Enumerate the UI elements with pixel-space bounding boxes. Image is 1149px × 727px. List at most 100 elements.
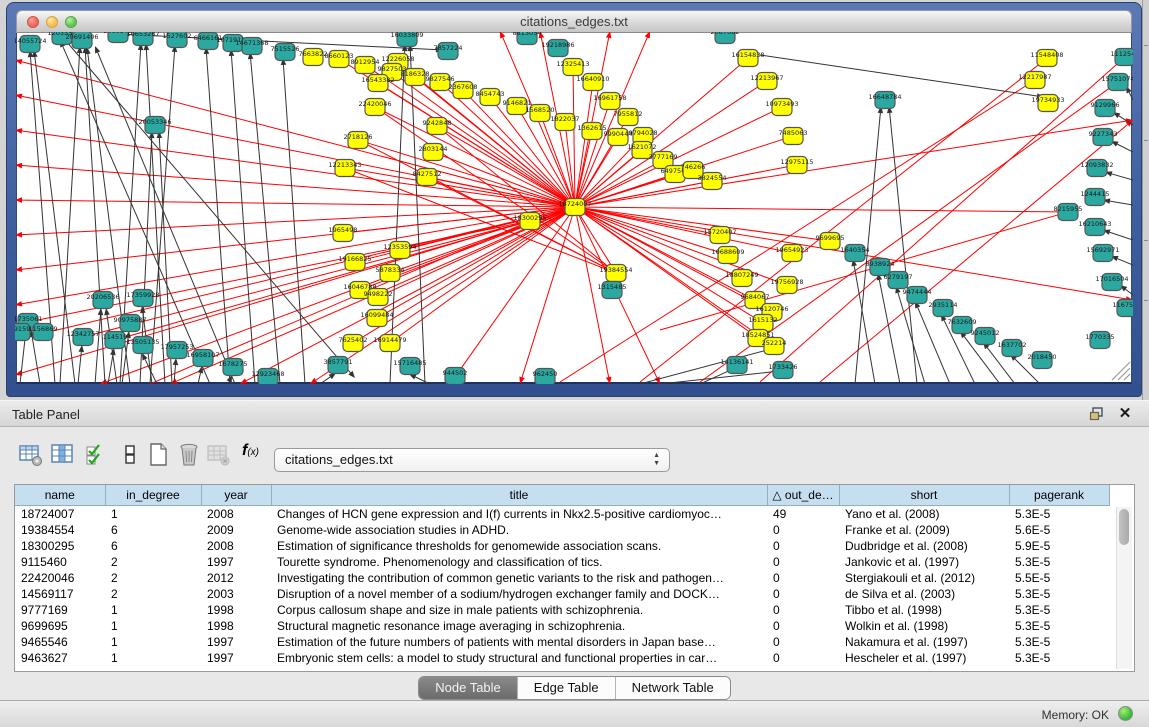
graph-node-label: 2718126: [344, 133, 373, 141]
graph-node-label: 12213967: [750, 74, 783, 82]
column-header-in_degree[interactable]: in_degree: [105, 485, 201, 506]
table-row[interactable]: 2242004622012Investigating the contribut…: [15, 570, 1109, 586]
table-tabbar: Node TableEdge TableNetwork Table: [0, 676, 1149, 700]
graph-node-label: 2803144: [419, 145, 448, 153]
graph-node-label: 15720407: [703, 228, 736, 236]
column-header-year[interactable]: year: [201, 485, 271, 506]
table-row[interactable]: 1830029562008Estimation of significance …: [15, 538, 1109, 554]
graph-node-label: 114519: [103, 333, 128, 341]
network-select-dropdown[interactable]: citations_edges.txt ▲▼: [274, 448, 670, 472]
graph-node-label: 9699695: [816, 234, 845, 242]
graph-node-label: 10688609: [711, 248, 744, 256]
table-panel-header: Table Panel ✕: [0, 400, 1149, 427]
node-table-grid: namein_degreeyeartitle△ out_de…shortpage…: [15, 485, 1110, 666]
table-settings-icon[interactable]: [18, 442, 44, 470]
graph-node-label: 19654923: [775, 246, 808, 254]
table-row[interactable]: 1872400712008Changes of HCN gene express…: [15, 506, 1109, 523]
right-edge-strip: [1142, 0, 1149, 400]
graph-node-label: 12975115: [780, 158, 813, 166]
graph-node-label: 1615132: [749, 316, 778, 324]
graph-node-label: 16640910: [576, 75, 609, 83]
table-scrollbar[interactable]: [1116, 507, 1132, 669]
table-column-icon[interactable]: [50, 442, 76, 470]
graph-node-label: 20206536: [86, 293, 119, 301]
column-header-short[interactable]: short: [839, 485, 1009, 506]
graph-node-label: 9684067: [741, 293, 770, 301]
graph-node-label: 17016504: [1095, 275, 1128, 283]
graph-node-label: 1362615: [578, 124, 607, 132]
tab-node-table[interactable]: Node Table: [419, 677, 517, 699]
graph-node-label: 12217987: [1018, 73, 1051, 81]
graph-node-label: 15692971: [1086, 246, 1119, 254]
graph-node-label: 15751074: [1101, 75, 1134, 83]
graph-node-label: 7663822: [299, 50, 328, 58]
tab-edge-table[interactable]: Edge Table: [517, 677, 615, 699]
graph-node-label: 19734933: [1031, 96, 1064, 104]
graph-node-label: 1621072: [628, 143, 657, 151]
graph-node-label: 12353594: [383, 243, 416, 251]
delete-icon[interactable]: [176, 442, 202, 470]
select-all-icon[interactable]: [84, 442, 110, 470]
graph-node-label: 8660123: [325, 52, 354, 60]
graph-node-label: 11548408: [1030, 51, 1063, 59]
graph-node-label: 10653287: [126, 30, 159, 38]
table-row[interactable]: 946362711997Embryonic stem cells: a mode…: [15, 650, 1109, 666]
graph-node-label: 9129966: [1091, 101, 1120, 109]
graph-node-label: 1965498: [329, 226, 358, 234]
tab-network-table[interactable]: Network Table: [615, 677, 730, 699]
graph-node-label: 90975887: [113, 316, 146, 324]
graph-node-label: 16958107: [186, 351, 219, 359]
sort-asc-icon: △: [772, 488, 781, 502]
function-icon[interactable]: f(x): [242, 442, 268, 470]
graph-node-label: 16648784: [868, 93, 901, 101]
graph-node-label: 16154838: [731, 51, 764, 59]
graph-node-label: 7485063: [779, 129, 808, 137]
close-panel-icon[interactable]: ✕: [1117, 405, 1133, 423]
graph-node-label: 12226058: [381, 55, 414, 63]
new-document-icon[interactable]: [146, 442, 172, 470]
graph-node-label: 14055724: [13, 37, 46, 45]
graph-node-label: 16033809: [390, 31, 423, 39]
column-header-pagerank[interactable]: pagerank: [1009, 485, 1109, 506]
column-header-out_de[interactable]: △ out_de…: [767, 485, 839, 506]
graph-node-label: 3857791: [324, 358, 353, 366]
graph-node-label: 7857224: [434, 44, 463, 52]
rows-icon[interactable]: [118, 442, 144, 470]
float-window-icon[interactable]: [1089, 406, 1107, 422]
graph-node-label: 17957253: [160, 343, 193, 351]
graph-node-label: 19218986: [541, 41, 574, 49]
table-row[interactable]: 946554611997Estimation of the future num…: [15, 634, 1109, 650]
graph-node-label: 22420046: [358, 100, 391, 108]
graph-node-label: 9242848: [423, 119, 452, 127]
table-scrollbar-thumb[interactable]: [1119, 509, 1129, 545]
graph-node-label: 18300295: [513, 214, 546, 222]
table-header-row: namein_degreeyeartitle△ out_de…shortpage…: [15, 485, 1109, 506]
table-row[interactable]: 911546021997Tourette syndrome. Phenomeno…: [15, 554, 1109, 570]
graph-node-label: 2087682: [711, 28, 740, 36]
table-row[interactable]: 1456911722003Disruption of a novel membe…: [15, 586, 1109, 602]
graph-node-label: 9827546: [426, 75, 455, 83]
graph-node-label: 18807249: [725, 271, 758, 279]
graph-node-label: 18724007: [558, 200, 591, 208]
node-table: namein_degreeyeartitle△ out_de…shortpage…: [14, 484, 1135, 672]
graph-node-label: 1770335: [1086, 333, 1115, 341]
table-row[interactable]: 1938455462009Genome-wide association stu…: [15, 522, 1109, 538]
graph-node-label: 15716485: [393, 359, 426, 367]
table-row[interactable]: 977716911998Corpus callosum shape and si…: [15, 602, 1109, 618]
graph-node-label: 13505135: [126, 338, 159, 346]
graph-node-label: 10973493: [765, 100, 798, 108]
memory-status-label: Memory: OK: [1042, 708, 1109, 722]
graph-node-label: 12342757: [66, 330, 99, 338]
graph-node-label: 7955812: [614, 110, 643, 118]
table-row[interactable]: 969969511998Structural magnetic resonanc…: [15, 618, 1109, 634]
table-panel-title: Table Panel: [12, 407, 80, 422]
column-header-title[interactable]: title: [271, 485, 767, 506]
column-header-name[interactable]: name: [15, 485, 105, 506]
graph-node-label: 1640354: [841, 246, 870, 254]
graph-node-label: 9498222: [364, 290, 393, 298]
graph-node-label: 3824554: [698, 174, 727, 182]
chevron-up-down-icon: ▲▼: [653, 452, 660, 468]
graph-node-label: 1678275: [219, 360, 248, 368]
graph-node-label: 1244415: [1081, 190, 1110, 198]
import-table-icon: [206, 442, 232, 470]
